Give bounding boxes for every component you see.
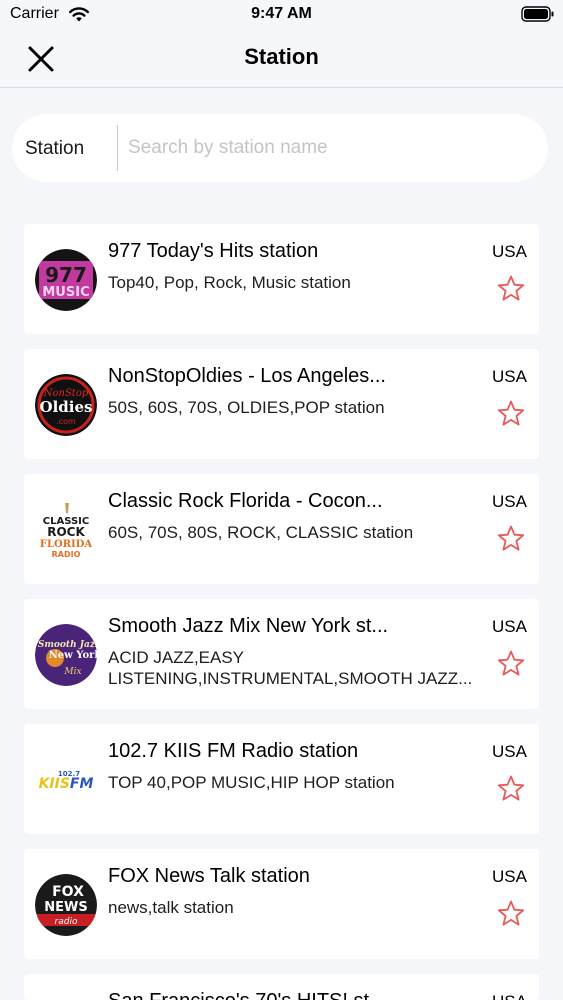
station-genres-line-2: LISTENING,INSTRUMENTAL,SMOOTH JAZZ... [108, 669, 473, 688]
svg-text:New York: New York [49, 650, 97, 661]
station-card[interactable]: CLASSIC ROCK FLORIDA RADIO Classic Rock … [24, 474, 539, 584]
station-country: USA [492, 242, 527, 261]
station-card[interactable]: 102.7 KIISFM 102.7 KIIS FM Radio station… [24, 724, 539, 834]
station-card[interactable]: NonStop Oldies .com NonStopOldies - Los … [24, 349, 539, 459]
station-title: Classic Rock Florida - Cocon... [108, 490, 383, 512]
close-icon[interactable] [24, 42, 58, 76]
svg-text:FLORIDA: FLORIDA [40, 539, 93, 550]
station-country: USA [492, 617, 527, 636]
battery-icon [521, 6, 554, 22]
station-logo: 102.7 KIISFM [35, 749, 97, 811]
navigation-bar: Station [0, 30, 563, 88]
station-logo: FOX NEWS radio [35, 874, 97, 936]
svg-text:FOX: FOX [52, 884, 84, 900]
svg-text:Oldies: Oldies [40, 398, 93, 416]
svg-text:ROCK: ROCK [47, 525, 85, 539]
svg-text:radio: radio [55, 917, 78, 927]
status-bar: Carrier 9:47 AM [0, 0, 563, 30]
station-logo: 977 MUSIC [35, 249, 97, 311]
station-title: NonStopOldies - Los Angeles... [108, 365, 386, 387]
favorite-star-icon[interactable] [496, 399, 526, 429]
station-country: USA [492, 867, 527, 886]
station-genres: 50S, 60S, 70S, OLDIES,POP station [108, 398, 385, 417]
svg-text:KIISFM: KIISFM [39, 776, 94, 792]
favorite-star-icon[interactable] [496, 774, 526, 804]
search-input[interactable] [128, 128, 528, 168]
station-genres: 60S, 70S, 80S, ROCK, CLASSIC station [108, 523, 414, 542]
station-genres: Top40, Pop, Rock, Music station [108, 273, 351, 292]
station-card[interactable]: Smooth Jazz New York Mix Smooth Jazz Mix… [24, 599, 539, 709]
station-country: USA [492, 492, 527, 511]
svg-text:Smooth Jazz: Smooth Jazz [38, 640, 97, 650]
station-title: Smooth Jazz Mix New York st... [108, 615, 389, 637]
svg-text:Mix: Mix [63, 667, 81, 677]
station-title: 102.7 KIIS FM Radio station [108, 740, 359, 762]
station-genres-line-1: ACID JAZZ,EASY [108, 648, 245, 667]
station-title: San Francisco's 70's HITS! st... [108, 990, 408, 1000]
station-genres: news,talk station [108, 898, 234, 917]
station-genres: TOP 40,POP MUSIC,HIP HOP station [108, 773, 395, 792]
clock: 9:47 AM [251, 5, 312, 22]
svg-text:RADIO: RADIO [52, 550, 81, 559]
station-country: USA [492, 367, 527, 386]
search-label: Station [25, 138, 85, 159]
favorite-star-icon[interactable] [496, 649, 526, 679]
search-bar: Station [12, 114, 548, 182]
station-title: 977 Today's Hits station [108, 240, 319, 262]
station-logo: NonStop Oldies .com [35, 374, 97, 436]
station-card[interactable]: San Francisco's 70's HITS! st... USA [24, 974, 539, 1000]
svg-text:977: 977 [45, 263, 87, 287]
favorite-star-icon[interactable] [496, 524, 526, 554]
station-logo: CLASSIC ROCK FLORIDA RADIO [35, 499, 97, 561]
svg-text:MUSIC: MUSIC [42, 285, 89, 300]
station-logo: Smooth Jazz New York Mix [35, 624, 97, 686]
station-country: USA [492, 742, 527, 761]
station-country: USA [492, 992, 527, 1000]
favorite-star-icon[interactable] [496, 274, 526, 304]
search-divider [117, 125, 118, 171]
page-title: Station [244, 44, 319, 69]
favorite-star-icon[interactable] [496, 899, 526, 929]
station-title: FOX News Talk station [108, 865, 310, 887]
svg-text:.com: .com [56, 417, 76, 426]
station-card[interactable]: 977 MUSIC 977 Today's Hits station Top40… [24, 224, 539, 334]
station-genres: ACID JAZZ,EASY LISTENING,INSTRUMENTAL,SM… [108, 647, 486, 689]
station-card[interactable]: FOX NEWS radio FOX News Talk station new… [24, 849, 539, 959]
svg-text:NEWS: NEWS [44, 900, 87, 915]
